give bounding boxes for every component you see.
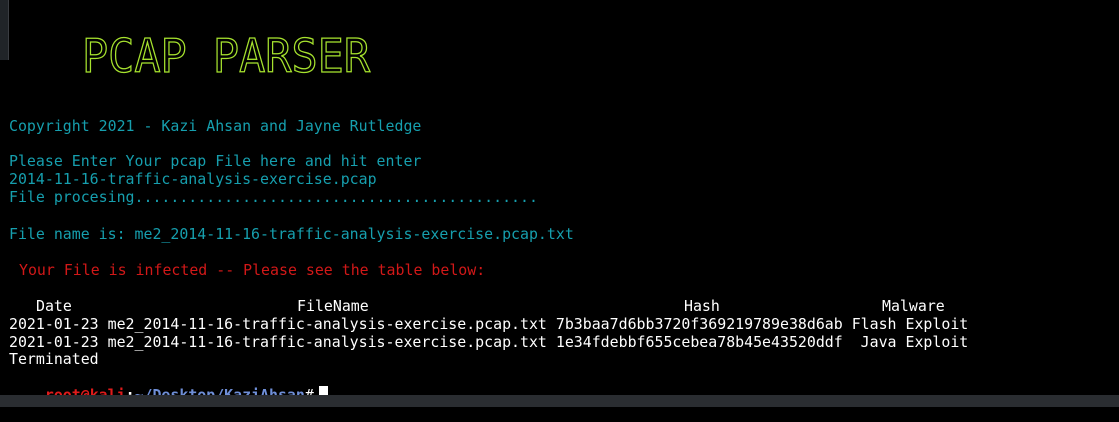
file-name-line: File name is: me2_2014-11-16-traffic-ana… bbox=[9, 225, 574, 243]
terminated-line: Terminated bbox=[9, 350, 99, 368]
copyright-line: Copyright 2021 - Kazi Ahsan and Jayne Ru… bbox=[9, 117, 422, 135]
scrollbar[interactable] bbox=[0, 0, 9, 60]
banner-text: PCAP PARSER bbox=[82, 30, 370, 80]
input-prompt-line: Please Enter Your pcap File here and hit… bbox=[9, 152, 422, 170]
table-row: 2021-01-23 me2_2014-11-16-traffic-analys… bbox=[9, 315, 969, 333]
table-row: 2021-01-23 me2_2014-11-16-traffic-analys… bbox=[9, 333, 969, 351]
header-date: Date bbox=[36, 297, 72, 315]
pcap-parser-banner: PCAP PARSER bbox=[80, 28, 380, 84]
header-hash: Hash bbox=[684, 297, 720, 315]
header-filename: FileName bbox=[297, 297, 369, 315]
infected-message: Your File is infected -- Please see the … bbox=[19, 261, 486, 279]
input-file-line: 2014-11-16-traffic-analysis-exercise.pca… bbox=[9, 170, 377, 188]
terminal-window[interactable]: PCAP PARSER Copyright 2021 - Kazi Ahsan … bbox=[0, 0, 1119, 404]
processing-line: File procesing..........................… bbox=[9, 188, 538, 206]
window-bottom-edge bbox=[0, 395, 1119, 407]
header-malware: Malware bbox=[882, 297, 945, 315]
